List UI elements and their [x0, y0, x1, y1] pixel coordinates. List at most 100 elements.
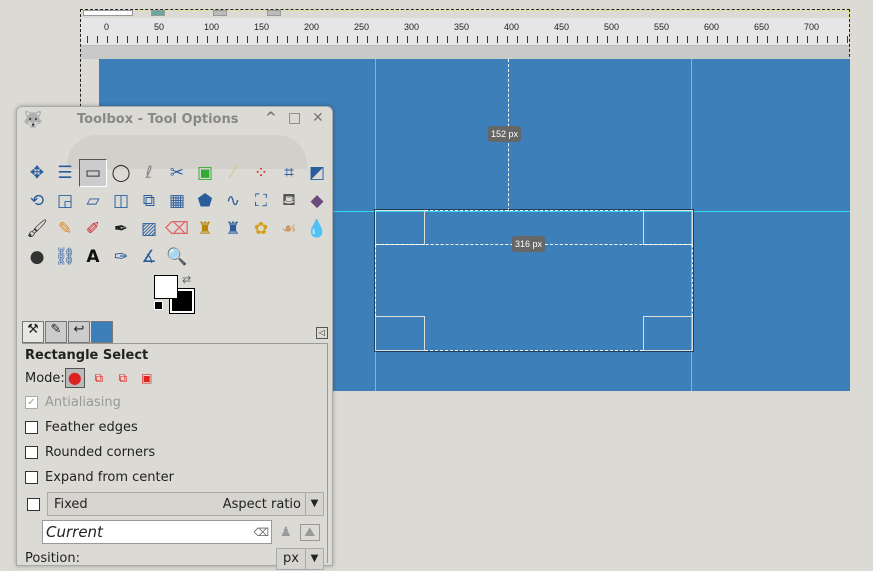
mode-intersect-button[interactable]: ▣ — [137, 368, 157, 388]
pencil-icon[interactable]: ✎ — [51, 215, 79, 243]
bucket-fill-icon[interactable]: ⛾ — [275, 187, 303, 215]
tab-tool-options[interactable]: ⚒ — [22, 321, 44, 343]
blur-icon[interactable]: 💧 — [303, 215, 331, 243]
ruler-tick — [487, 36, 488, 43]
ink-icon[interactable]: ✒ — [107, 215, 135, 243]
ruler-tick — [197, 36, 198, 43]
handle-transform-icon[interactable]: ⛶ — [247, 187, 275, 215]
selection-handle-bottom-right[interactable] — [643, 316, 693, 351]
scissors-icon[interactable]: ✂ — [163, 159, 191, 187]
clone-icon[interactable]: ♜ — [191, 215, 219, 243]
ruler-label: 150 — [254, 22, 270, 32]
expand-from-center-checkbox[interactable]: Expand from center — [25, 465, 324, 490]
selection-handle-top-left[interactable] — [375, 210, 425, 245]
ellipse-select-icon[interactable]: ◯ — [107, 159, 135, 187]
measure-icon[interactable]: ∡ — [135, 243, 163, 271]
selection-handle-bottom-left[interactable] — [375, 316, 425, 351]
ruler-tick — [647, 36, 648, 43]
ruler-tick — [97, 36, 98, 43]
swap-colors-icon[interactable]: ⇄ — [182, 273, 191, 286]
dodge-burn-icon[interactable]: ● — [23, 243, 51, 271]
rotate-icon[interactable]: ⟲ — [23, 187, 51, 215]
heal-icon[interactable]: ♜ — [219, 215, 247, 243]
portrait-icon[interactable]: ♟ — [280, 525, 292, 540]
ruler-tick — [727, 36, 728, 43]
ruler-tick — [447, 36, 448, 43]
close-button[interactable]: ✕ — [312, 110, 324, 126]
mode-add-button[interactable]: ⧉ — [89, 368, 109, 388]
ruler-tick — [537, 36, 538, 43]
flip-icon[interactable]: ◫ — [107, 187, 135, 215]
mypaint-icon[interactable]: ▨ — [135, 215, 163, 243]
warp-icon[interactable]: ∿ — [219, 187, 247, 215]
cage-icon[interactable]: ⬟ — [191, 187, 219, 215]
ruler-label: 600 — [704, 22, 720, 32]
feather-edges-checkbox[interactable]: Feather edges — [25, 415, 324, 440]
tab-device-status[interactable]: ✎ — [45, 321, 67, 343]
ruler-tick — [217, 36, 218, 43]
position-label: Position: — [25, 551, 80, 566]
fixed-checkbox[interactable] — [27, 497, 40, 511]
rect-select-icon[interactable]: ▭ — [79, 159, 107, 187]
rounded-corners-checkbox[interactable]: Rounded corners — [25, 440, 324, 465]
text-icon[interactable]: A — [79, 243, 107, 271]
perspective-icon[interactable]: ▦ — [163, 187, 191, 215]
unit-dropdown[interactable]: px ▼ — [276, 547, 324, 570]
ruler-tick — [137, 36, 138, 43]
rectangle-selection[interactable]: 316 px — [374, 209, 694, 352]
color-select-icon[interactable]: ⁘ — [247, 159, 275, 187]
default-colors-icon[interactable] — [154, 301, 163, 310]
ruler-tick — [247, 36, 248, 43]
fuzzy-select-icon[interactable]: ⁄ — [219, 159, 247, 187]
shear-icon[interactable]: ▱ — [79, 187, 107, 215]
minimize-button[interactable]: ^ — [265, 110, 277, 126]
ruler-tick — [677, 36, 678, 43]
foreground-color[interactable] — [154, 275, 178, 299]
move-icon[interactable]: ✥ — [23, 159, 51, 187]
tab-images[interactable] — [91, 321, 113, 343]
airbrush-icon[interactable]: ✐ — [79, 215, 107, 243]
clear-icon[interactable]: ⌫ — [253, 526, 269, 539]
foreground-select-icon[interactable]: ▣ — [191, 159, 219, 187]
antialiasing-checkbox[interactable]: ✓ Antialiasing — [25, 390, 324, 415]
unit-value: px — [283, 551, 299, 566]
ruler-tick — [767, 36, 768, 43]
landscape-icon[interactable]: ⛰ — [299, 523, 320, 541]
paths-icon[interactable]: ⛓ — [51, 243, 79, 271]
window-title: Toolbox - Tool Options — [77, 112, 239, 127]
mode-subtract-button[interactable]: ⧉ — [113, 368, 133, 388]
free-select-icon[interactable]: ℓ — [135, 159, 163, 187]
3d-transform-icon[interactable]: ⧉ — [135, 187, 163, 215]
title-bar[interactable]: 🐺 Toolbox - Tool Options ^ □ ✕ — [17, 107, 332, 133]
ruler-tick — [577, 36, 578, 43]
ruler-label: 550 — [654, 22, 670, 32]
unified-transform-icon[interactable]: ◩ — [303, 159, 331, 187]
ruler-tick — [147, 36, 148, 43]
ruler-tick — [287, 36, 288, 43]
paintbrush-icon[interactable]: 🖌 — [23, 215, 51, 243]
ruler-tick — [177, 36, 178, 43]
ruler-tick — [557, 36, 558, 43]
ruler-label: 50 — [154, 22, 165, 32]
tab-undo-history[interactable]: ↩ — [68, 321, 90, 343]
toolbox-window: 🐺 Toolbox - Tool Options ^ □ ✕ ✥ ☰ ▭ ◯ ℓ ✂ ▣ ⁄ ⁘… — [16, 106, 333, 570]
color-picker-icon[interactable]: ✑ — [107, 243, 135, 271]
zoom-icon[interactable]: 🔍 — [163, 243, 191, 271]
scale-icon[interactable]: ◲ — [51, 187, 79, 215]
mode-replace-button[interactable]: ⬤ — [64, 368, 85, 388]
blend-icon[interactable]: ◆ — [303, 187, 331, 215]
align-icon[interactable]: ☰ — [51, 159, 79, 187]
perspective-clone-icon[interactable]: ✿ — [247, 215, 275, 243]
horizontal-ruler[interactable]: 0 50 100 150 200 250 300 350 400 450 500 550 600 650 7… — [81, 18, 849, 46]
selection-handle-top-right[interactable] — [643, 210, 693, 245]
maximize-button[interactable]: □ — [288, 110, 301, 126]
ruler-label: 0 — [104, 22, 110, 32]
crop-icon[interactable]: ⌗ — [275, 159, 303, 187]
ruler-tick — [257, 36, 258, 43]
smudge-icon[interactable]: ☙ — [275, 215, 303, 243]
horizontal-dimension-label: 316 px — [512, 236, 546, 252]
current-ratio-input[interactable]: Current ⌫ — [42, 520, 272, 544]
eraser-icon[interactable]: ⌫ — [163, 215, 191, 243]
fixed-dropdown[interactable]: Fixed Aspect ratio ▼ — [47, 492, 324, 516]
configure-tab-icon[interactable]: ◁ — [316, 327, 328, 339]
